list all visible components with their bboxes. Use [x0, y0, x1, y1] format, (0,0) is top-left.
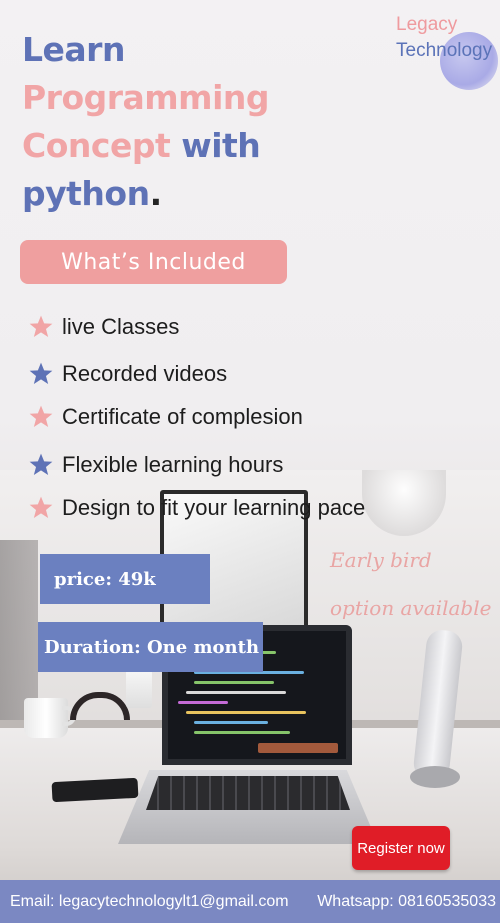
email-contact[interactable]: Email: legacytechnologylt1@gmail.com: [10, 893, 289, 911]
feature-item: live Classes: [28, 314, 179, 340]
laptop-keyboard: [146, 776, 350, 810]
feature-item: Certificate of complesion: [28, 404, 303, 430]
feature-label: live Classes: [62, 314, 180, 339]
brand-line-2: Technology: [396, 40, 493, 61]
early-bird-note: Early bird option available: [330, 536, 498, 632]
price-label: price: 49k: [40, 554, 210, 604]
star-icon: [29, 315, 53, 337]
headline-line-1: Learn: [22, 30, 125, 69]
duration-label: Duration: One month: [38, 622, 263, 672]
feature-label: Flexible learning hours: [62, 452, 284, 477]
headline: Learn Programming Concept with python.: [22, 26, 322, 218]
brand-line-1: Legacy: [396, 14, 458, 35]
star-icon: [29, 496, 53, 518]
contact-footer: Email: legacytechnologylt1@gmail.com Wha…: [0, 880, 500, 923]
headline-line-4: python.: [22, 170, 322, 218]
early-bird-line-1: Early bird: [330, 548, 432, 572]
whats-included-badge: What’s Included: [20, 240, 287, 284]
headline-line-3: Concept with: [22, 122, 322, 170]
feature-label: Recorded videos: [62, 361, 228, 386]
shelf: [0, 540, 38, 720]
feature-item: Flexible learning hours: [28, 452, 283, 478]
headline-line-2: Programming: [22, 78, 270, 117]
headline-word-concept: Concept: [22, 126, 171, 165]
headline-word-with: with: [181, 126, 261, 165]
star-icon: [29, 405, 53, 427]
plant-pot: [126, 670, 152, 708]
feature-item: Recorded videos: [28, 361, 227, 387]
feature-label: Design to fit your learning pace: [62, 495, 366, 520]
star-icon: [29, 362, 53, 384]
register-button[interactable]: Register now: [352, 826, 450, 870]
headline-word-python: python: [22, 174, 150, 213]
feature-item: Design to fit your learning pace: [28, 495, 365, 521]
star-icon: [29, 453, 53, 475]
early-bird-line-2: option available: [330, 596, 492, 620]
speaker-base: [410, 766, 460, 788]
whatsapp-contact[interactable]: Whatsapp: 08160535033: [317, 893, 496, 911]
headline-period: .: [149, 174, 163, 213]
feature-label: Certificate of complesion: [62, 404, 303, 429]
